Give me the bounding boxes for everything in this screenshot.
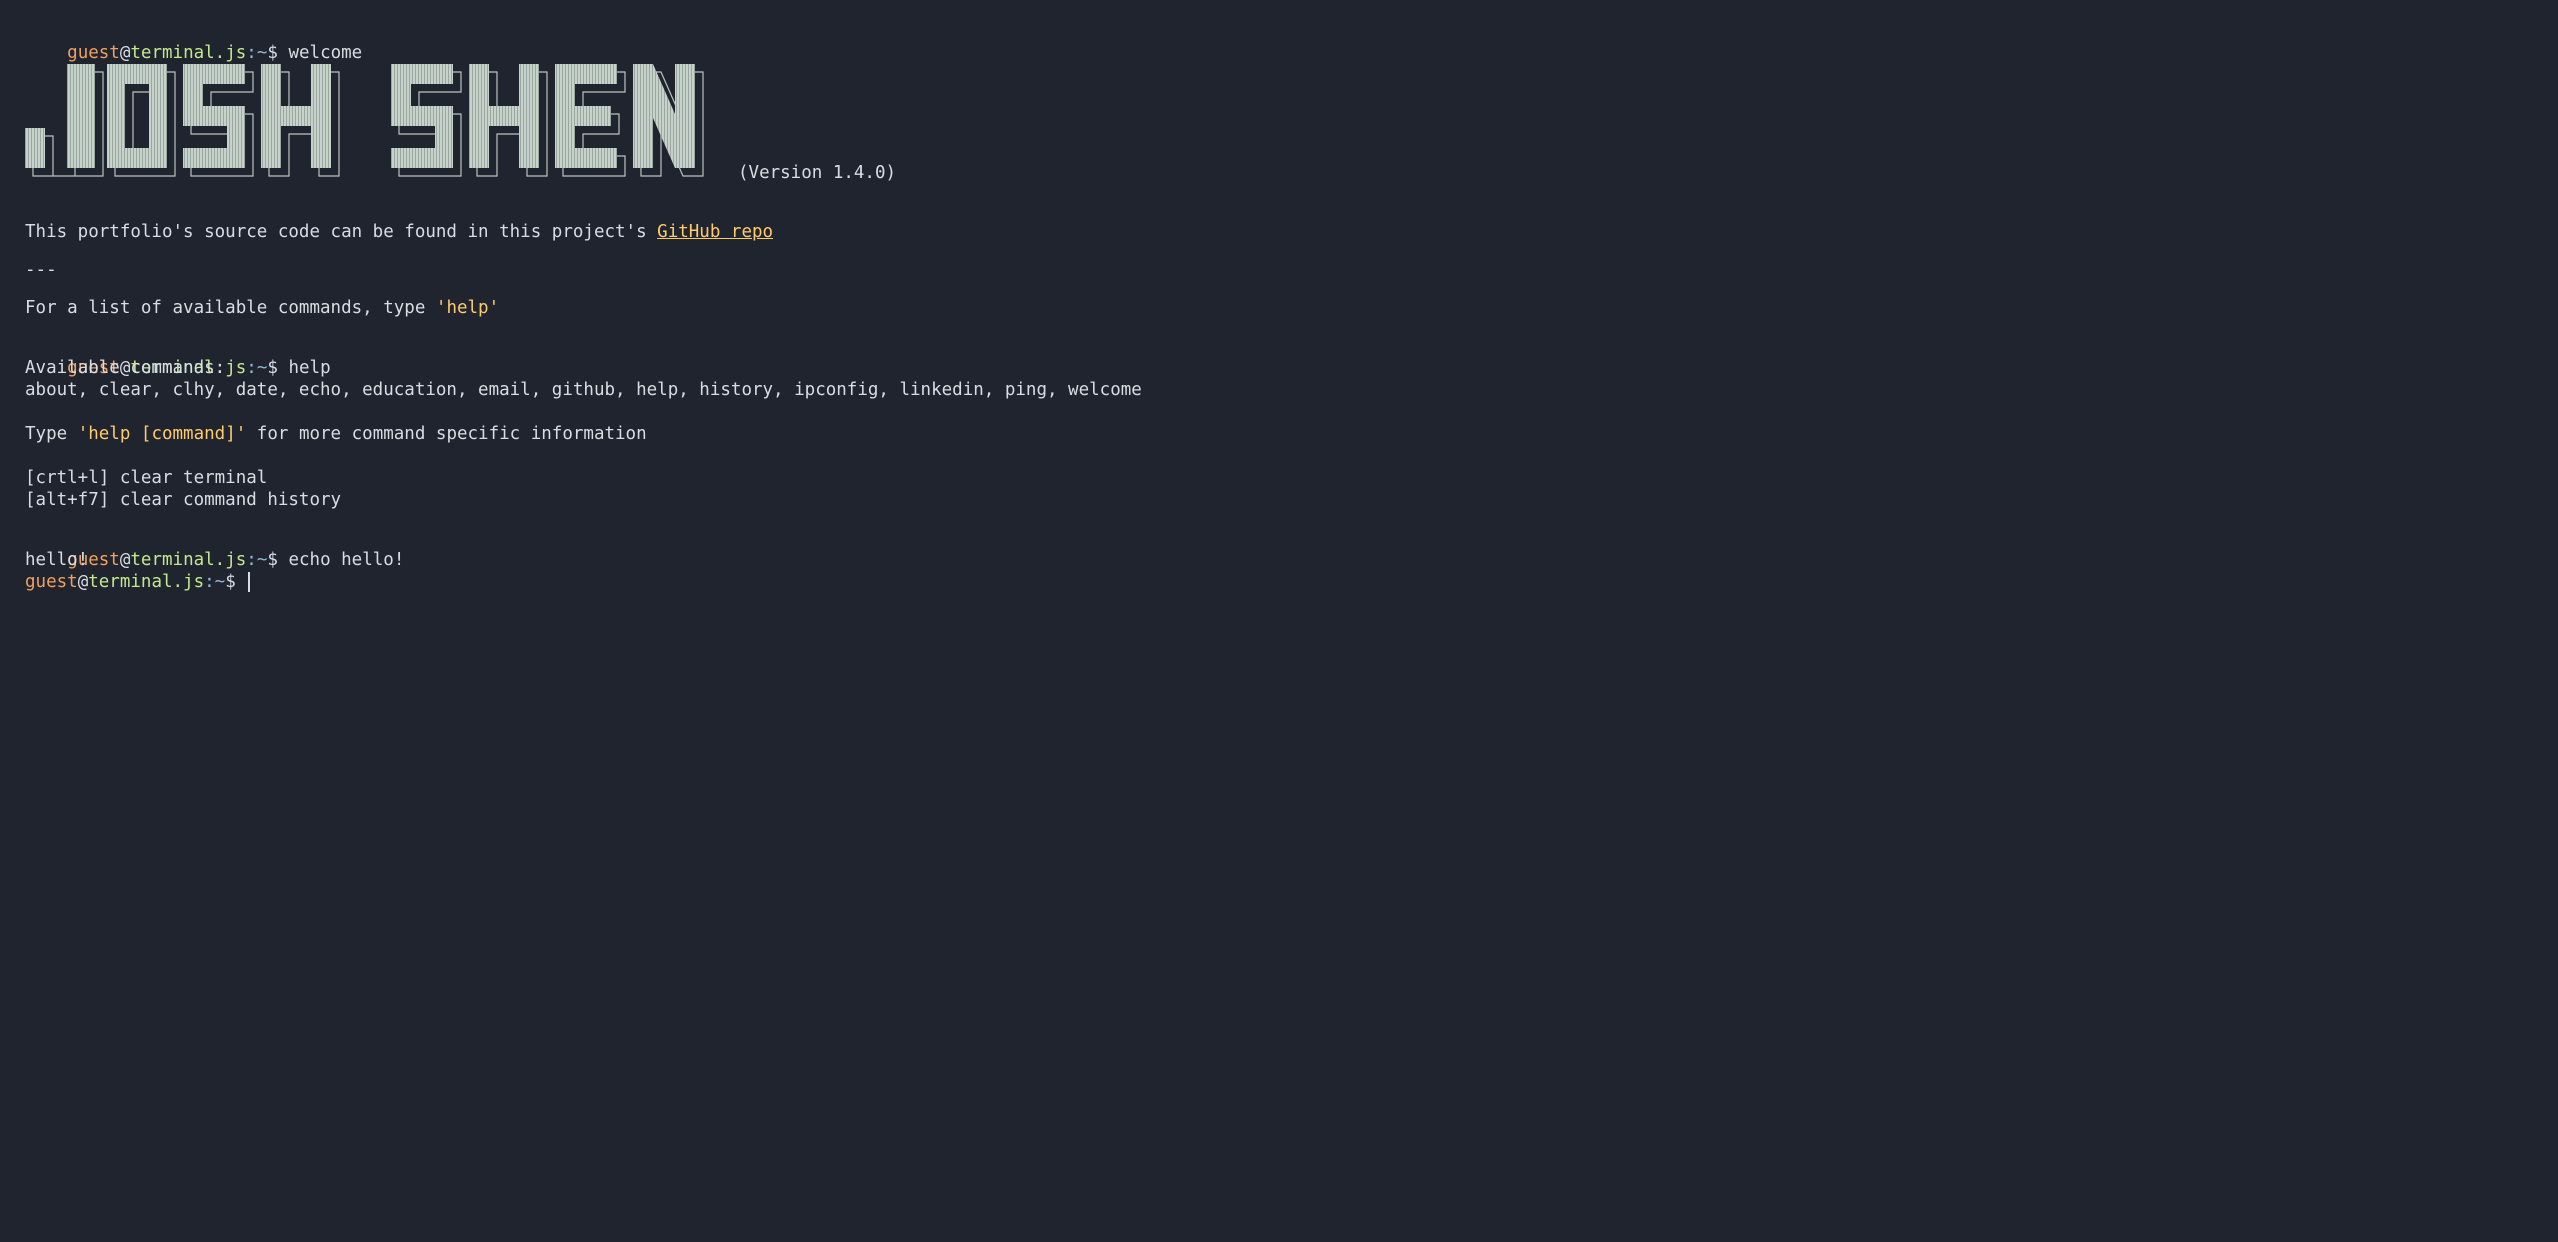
prompt-host: terminal.js [88,572,205,592]
prompt-at: @ [119,43,131,63]
history-command: echo hello! [288,550,405,570]
help-usage-command: 'help [command]' [77,424,247,444]
prompt-at: @ [119,550,131,570]
history-command: help [288,358,331,378]
prompt-path: :~ [246,43,268,63]
prompt-path: :~ [204,572,226,592]
banner-letter-h2 [469,64,539,168]
github-repo-link[interactable]: GitHub repo [657,222,773,242]
prompt-host: terminal.js [130,43,247,63]
prompt-symbol: $ [267,358,278,378]
banner-letter-e [555,64,617,168]
history-command: welcome [288,43,363,63]
source-text: This portfolio's source code can be foun… [25,222,658,242]
source-line: This portfolio's source code can be foun… [25,221,2533,243]
prompt-symbol: $ [267,43,278,63]
help-hint-line: For a list of available commands, type '… [25,297,2533,319]
prompt-at: @ [77,572,89,592]
prompt-host: terminal.js [130,550,247,570]
separator: --- [25,260,57,280]
banner-logo [25,64,704,177]
welcome-banner: (Version 1.4.0) [25,64,2533,204]
prompt-symbol: $ [225,572,236,592]
prompt-path: :~ [246,358,268,378]
help-usage-suffix: for more command specific information [246,424,647,444]
shortcut-clear-history: [alt+f7] clear command history [25,490,342,510]
help-heading: Available commands: [25,358,226,378]
help-usage-line: Type 'help [command]' for more command s… [25,423,2533,445]
banner-letter-h [261,64,331,168]
prompt-user: guest [67,43,120,63]
banner-letter-o [107,64,167,168]
prompt-line: guest@terminal.js:~$ echo hello! [25,527,2533,570]
banner-letter-s [183,64,245,168]
banner-letter-j [25,64,95,168]
help-command-list: about, clear, clhy, date, echo, educatio… [25,380,1142,400]
prompt-user: guest [25,572,78,592]
help-hint-prefix: For a list of available commands, type [25,298,436,318]
prompt-line: guest@terminal.js:~$ help [25,335,2533,378]
prompt-line: guest@terminal.js:~$ welcome [25,20,2533,63]
help-usage-prefix: Type [25,424,78,444]
active-prompt-line[interactable]: guest @ terminal.js:~ $ [25,571,2533,593]
prompt-path: :~ [246,550,268,570]
version-label: (Version 1.4.0) [738,163,897,183]
prompt-symbol: $ [267,550,278,570]
terminal[interactable]: guest@terminal.js:~$ welcome (Version 1.… [25,20,2533,1222]
shortcut-clear-terminal: [crtl+l] clear terminal [25,468,268,488]
text-cursor [248,572,251,592]
banner-letter-s2 [391,64,453,168]
help-hint-command: 'help' [435,298,500,318]
